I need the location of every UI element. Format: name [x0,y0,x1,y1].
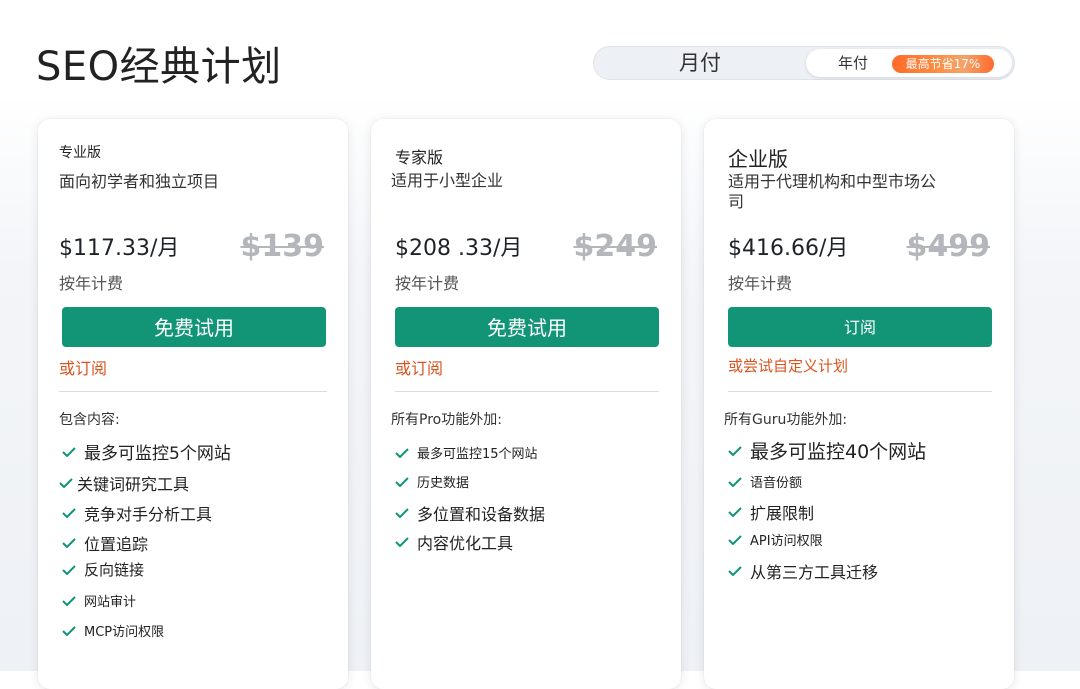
plan-old-price: $139 [240,229,325,264]
billing-note: 按年计费 [395,274,460,293]
features-heading: 所有Pro功能外加: [391,412,502,428]
plan-old-price: $499 [906,229,991,264]
divider [59,391,327,392]
feature-text: 历史数据 [417,476,470,491]
divider [728,391,992,392]
feature-text: 网站审计 [84,595,137,610]
features-heading: 所有Guru功能外加: [724,412,848,428]
check-icon [62,625,76,636]
toggle-yearly-option[interactable]: 年付 最高节省17% [806,49,1012,77]
plan-price: $117.33/月 [59,236,180,261]
list-item: 扩展限制 [728,500,814,524]
features-heading: 包含内容: [59,412,120,428]
billing-period-toggle[interactable]: 月付 年付 最高节省17% [593,46,1015,80]
list-item: 多位置和设备数据 [395,501,545,525]
billing-note: 按年计费 [728,274,793,293]
plan-name: 企业版 [728,147,788,171]
list-item: 网站审计 [62,591,136,610]
feature-text: 最多可监控40个网站 [750,441,927,463]
plan-description: 适用于代理机构和中型市场公司 [728,172,937,211]
plan-card-pro: 专业版 面向初学者和独立项目 $117.33/月 $139 按年计费 免费试用 … [38,119,348,689]
list-item: 历史数据 [395,472,469,491]
free-trial-button[interactable]: 免费试用 [62,307,326,347]
check-icon [395,537,409,547]
plan-card-enterprise: 企业版 适用于代理机构和中型市场公司 $416.66/月 $499 按年计费 订… [704,119,1014,689]
feature-text: 多位置和设备数据 [417,505,546,524]
check-icon [395,447,409,458]
list-item: API访问权限 [728,530,823,549]
plan-description: 适用于小型企业 [391,171,504,190]
feature-text: 语音份额 [750,476,803,491]
feature-text: 反向链接 [84,561,145,579]
plan-old-price: $249 [573,229,658,264]
plan-description: 面向初学者和独立项目 [59,172,220,191]
check-icon [62,564,76,575]
feature-text: MCP访问权限 [84,625,165,640]
feature-text: 最多可监控15个网站 [417,447,538,462]
toggle-yearly-label: 年付 [838,54,869,72]
list-item: 最多可监控5个网站 [62,439,231,464]
free-trial-button[interactable]: 免费试用 [395,307,659,347]
plan-name: 专家版 [395,148,444,167]
plan-name: 专业版 [59,145,101,161]
custom-plan-link[interactable]: 或尝试自定义计划 [728,355,848,376]
feature-text: 关键词研究工具 [77,475,190,494]
billing-note: 按年计费 [59,274,124,293]
subscribe-button[interactable]: 订阅 [728,307,992,347]
list-item: 内容优化工具 [395,530,513,554]
check-icon [728,476,742,487]
list-item: 从第三方工具迁移 [728,559,878,583]
save-badge: 最高节省17% [892,55,994,73]
check-icon [395,476,409,487]
check-icon [728,507,742,517]
check-icon [62,446,76,457]
plan-price: $416.66/月 [728,236,849,261]
divider [395,391,659,392]
list-item: 最多可监控15个网站 [395,443,538,462]
check-icon [395,508,409,518]
feature-text: API访问权限 [750,534,823,549]
feature-text: 扩展限制 [750,504,815,523]
check-icon [728,534,742,545]
check-icon [728,445,742,456]
list-item: MCP访问权限 [62,621,164,640]
feature-text: 竞争对手分析工具 [84,505,213,524]
check-icon [62,595,76,606]
feature-text: 内容优化工具 [417,534,514,553]
list-item: 位置追踪 [62,531,148,555]
subscribe-link[interactable]: 或订阅 [395,355,443,379]
plan-price: $208 .33/月 [395,236,523,261]
feature-text: 位置追踪 [84,535,149,554]
plan-card-expert: 专家版 适用于小型企业 $208 .33/月 $249 按年计费 免费试用 或订… [371,119,681,689]
list-item: 语音份额 [728,472,802,491]
page-title: SEO经典计划 [36,44,282,90]
list-item: 反向链接 [62,559,144,580]
toggle-monthly-option[interactable]: 月付 [594,47,806,79]
subscribe-link[interactable]: 或订阅 [59,355,107,379]
check-icon [62,508,76,518]
check-icon [62,538,76,548]
check-icon [728,566,742,576]
feature-text: 从第三方工具迁移 [750,563,879,582]
check-icon [59,478,73,488]
feature-text: 最多可监控5个网站 [84,444,231,464]
list-item: 竞争对手分析工具 [62,501,212,525]
list-item: 关键词研究工具 [59,471,189,495]
list-item: 最多可监控40个网站 [728,437,926,464]
